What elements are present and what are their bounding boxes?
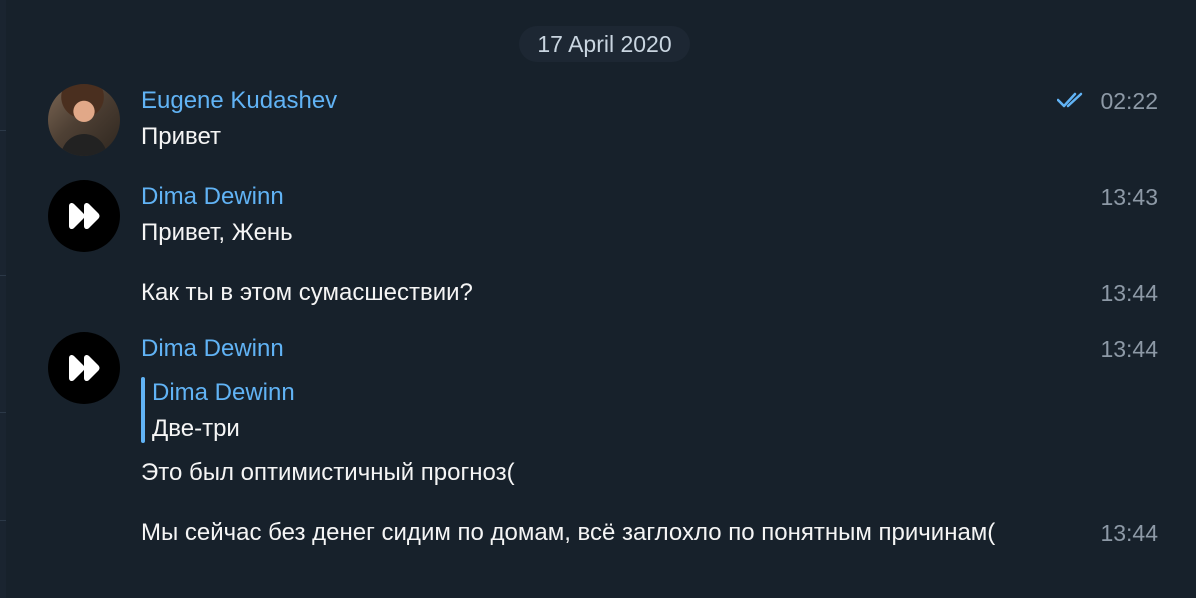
message-time: 13:44	[1100, 336, 1158, 362]
double-check-icon	[1057, 92, 1083, 108]
avatar[interactable]	[48, 84, 120, 156]
reply-quote-bar[interactable]	[141, 377, 145, 443]
divider	[0, 130, 6, 131]
divider	[0, 412, 6, 413]
left-panel-edge	[0, 0, 6, 598]
message-sender[interactable]: Eugene Kudashev	[141, 86, 337, 116]
reply-text[interactable]: Две-три	[152, 414, 240, 444]
divider	[0, 520, 6, 521]
message-text: Как ты в этом сумасшествии?	[141, 279, 473, 306]
avatar[interactable]	[48, 332, 120, 404]
divider	[0, 275, 6, 276]
message-text: Это был оптимистичный прогноз(	[141, 459, 515, 486]
message-time: 13:44	[1100, 520, 1158, 546]
message-text: Мы сейчас без денег сидим по домам, всё …	[141, 519, 996, 546]
message-sender[interactable]: Dima Dewinn	[141, 334, 284, 364]
message-time: 13:44	[1100, 280, 1158, 306]
message-sender[interactable]: Dima Dewinn	[141, 182, 284, 212]
date-separator: 17 April 2020	[519, 26, 690, 62]
forward-double-arrow-icon	[69, 202, 100, 230]
message-time: 02:22	[1100, 88, 1158, 114]
forward-double-arrow-icon	[69, 354, 100, 382]
avatar[interactable]	[48, 180, 120, 252]
message-text: Привет, Жень	[141, 219, 293, 246]
message-time: 13:43	[1100, 184, 1158, 210]
reply-sender[interactable]: Dima Dewinn	[152, 378, 295, 408]
chat-window: 17 April 2020 Eugene Kudashev Привет 02:…	[0, 0, 1196, 598]
message-text: Привет	[141, 123, 222, 150]
profile-photo-icon	[61, 134, 107, 156]
